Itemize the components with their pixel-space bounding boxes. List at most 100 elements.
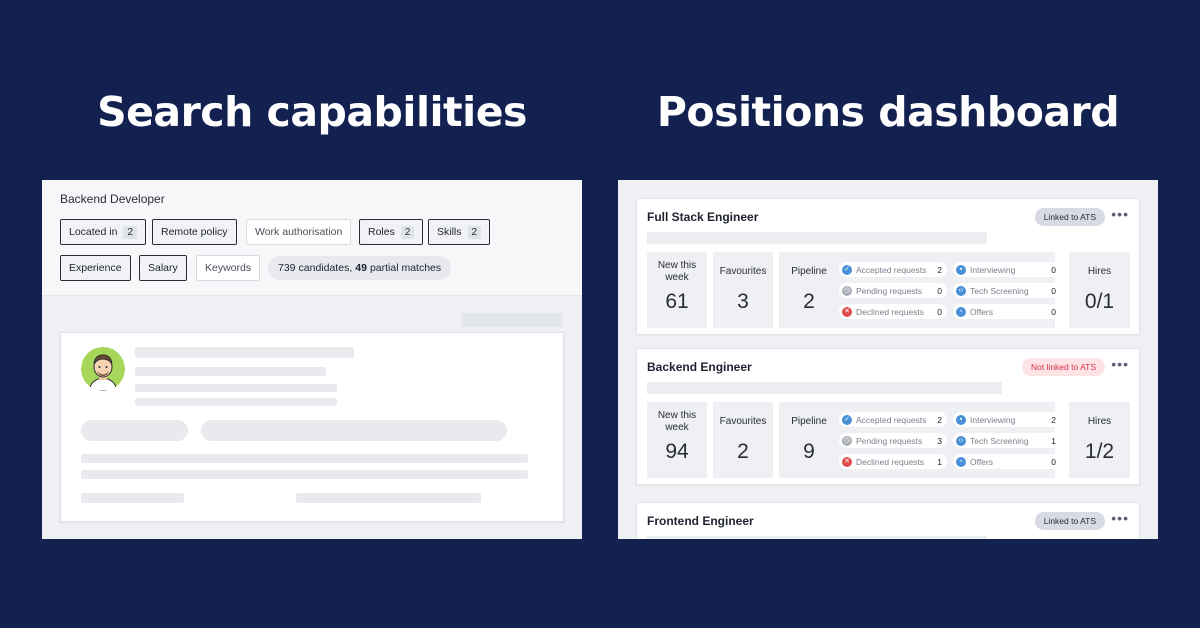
name-placeholder — [135, 347, 354, 358]
search-capabilities-heading: Search capabilities — [97, 88, 527, 136]
position-card[interactable]: Full Stack Engineer Linked to ATS ••• Ne… — [636, 198, 1140, 335]
footer-placeholder — [296, 493, 481, 503]
stat-value: 1/2 — [1084, 440, 1115, 463]
position-card[interactable]: Backend Engineer Not linked to ATS ••• N… — [636, 348, 1140, 485]
pipeline-label: Accepted requests — [856, 264, 927, 275]
stat-new-this-week: New this week 94 — [647, 402, 707, 478]
stat-favourites: Favourites 3 — [713, 252, 773, 328]
filter-label: Located in — [69, 226, 118, 238]
pipeline-label: Interviewing — [970, 414, 1016, 425]
filter-count: 2 — [467, 225, 482, 239]
filter-roles[interactable]: Roles 2 — [359, 219, 424, 245]
footer-placeholder — [81, 493, 184, 503]
position-title: Full Stack Engineer — [647, 210, 759, 224]
code-icon: ‹› — [956, 285, 966, 296]
pipeline-offers[interactable]: ▫ Offers 0 — [953, 454, 1061, 469]
stat-favourites: Favourites 2 — [713, 402, 773, 478]
pipeline-count: 1 — [1051, 435, 1056, 446]
pipeline-declined[interactable]: ✕ Declined requests 0 — [839, 304, 947, 319]
filter-count: 2 — [123, 225, 138, 239]
stat-new-this-week: New this week 61 — [647, 252, 707, 328]
filter-keywords[interactable]: Keywords — [196, 255, 261, 281]
chat-icon: ▪ — [956, 414, 966, 425]
role-placeholder — [135, 367, 326, 376]
pipeline-pending[interactable]: ◷ Pending requests 3 — [839, 433, 947, 448]
pipeline-declined[interactable]: ✕ Declined requests 1 — [839, 454, 947, 469]
results-summary: 739 candidates, 49 partial matches — [268, 256, 452, 280]
stat-value: 2 — [803, 290, 815, 313]
x-icon: ✕ — [842, 306, 852, 317]
pipeline-count: 3 — [937, 435, 942, 446]
stat-label: Favourites — [719, 266, 767, 277]
pipeline-label: Pending requests — [856, 435, 923, 446]
document-icon: ▫ — [956, 456, 966, 467]
pipeline-label: Pending requests — [856, 285, 923, 296]
pipeline-label: Declined requests — [856, 456, 925, 467]
description-placeholder — [647, 232, 987, 244]
search-panel: Backend Developer Located in 2 Remote po… — [42, 180, 582, 539]
search-title: Backend Developer — [60, 192, 165, 206]
candidate-card[interactable] — [60, 332, 564, 522]
pipeline-count: 0 — [1051, 285, 1056, 296]
description-placeholder — [647, 536, 987, 539]
pipeline-count: 2 — [937, 414, 942, 425]
stat-value: 0/1 — [1084, 290, 1115, 313]
partial-text: partial matches — [369, 262, 442, 274]
stat-pipeline: Pipeline 2 ✓ Accepted requests 2 ◷ Pendi… — [779, 252, 1061, 328]
positions-panel: Full Stack Engineer Linked to ATS ••• Ne… — [618, 180, 1158, 539]
more-menu-icon[interactable]: ••• — [1111, 356, 1129, 372]
detail-placeholder — [135, 398, 337, 406]
pipeline-label: Declined requests — [856, 306, 925, 317]
avatar-illustration — [81, 347, 125, 391]
search-filters-area: Backend Developer Located in 2 Remote po… — [42, 180, 582, 296]
pipeline-interviewing[interactable]: ▪ Interviewing 2 — [953, 412, 1061, 427]
more-menu-icon[interactable]: ••• — [1111, 206, 1129, 222]
filter-work-authorisation[interactable]: Work authorisation — [246, 219, 352, 245]
tag-placeholder — [81, 420, 188, 441]
pipeline-count: 0 — [937, 306, 942, 317]
pipeline-label: Tech Screening — [970, 285, 1029, 296]
candidates-count: 739 — [278, 262, 296, 274]
stat-hires: Hires 0/1 — [1069, 252, 1130, 328]
pipeline-label: Offers — [970, 306, 993, 317]
filter-salary[interactable]: Salary — [139, 255, 187, 281]
pipeline-label: Tech Screening — [970, 435, 1029, 446]
x-icon: ✕ — [842, 456, 852, 467]
description-placeholder — [647, 382, 1002, 394]
pipeline-count: 2 — [937, 264, 942, 275]
document-icon: ▫ — [956, 306, 966, 317]
pipeline-offers[interactable]: ▫ Offers 0 — [953, 304, 1061, 319]
pipeline-pending[interactable]: ◷ Pending requests 0 — [839, 283, 947, 298]
filter-located-in[interactable]: Located in 2 — [60, 219, 147, 245]
filter-label: Remote policy — [161, 226, 228, 238]
pipeline-tech-screening[interactable]: ‹› Tech Screening 1 — [953, 433, 1061, 448]
filter-label: Keywords — [205, 262, 252, 274]
pipeline-accepted[interactable]: ✓ Accepted requests 2 — [839, 412, 947, 427]
pipeline-count: 2 — [1051, 414, 1056, 425]
stat-label: Favourites — [719, 416, 767, 427]
filter-label: Salary — [148, 262, 178, 274]
chat-icon: ▪ — [956, 264, 966, 275]
positions-dashboard-heading: Positions dashboard — [656, 88, 1120, 136]
pipeline-tech-screening[interactable]: ‹› Tech Screening 0 — [953, 283, 1061, 298]
filter-label: Roles — [368, 226, 395, 238]
filter-experience[interactable]: Experience — [60, 255, 131, 281]
pipeline-interviewing[interactable]: ▪ Interviewing 0 — [953, 262, 1061, 277]
pipeline-label: Offers — [970, 456, 993, 467]
stat-value: 94 — [665, 440, 689, 463]
ats-status-badge: Linked to ATS — [1034, 512, 1105, 530]
stat-label: Pipeline — [791, 266, 827, 277]
stat-label: New this week — [657, 260, 697, 283]
more-menu-icon[interactable]: ••• — [1111, 510, 1129, 526]
filter-skills[interactable]: Skills 2 — [428, 219, 491, 245]
pipeline-label: Interviewing — [970, 264, 1016, 275]
stat-label: Pipeline — [791, 416, 827, 427]
partial-count: 49 — [355, 262, 367, 274]
check-icon: ✓ — [842, 264, 852, 275]
pipeline-accepted[interactable]: ✓ Accepted requests 2 — [839, 262, 947, 277]
position-card[interactable]: Frontend Engineer Linked to ATS ••• — [636, 502, 1140, 539]
filter-remote-policy[interactable]: Remote policy — [152, 219, 237, 245]
stat-label: Hires — [1087, 266, 1112, 277]
stat-hires: Hires 1/2 — [1069, 402, 1130, 478]
position-title: Frontend Engineer — [647, 514, 754, 528]
